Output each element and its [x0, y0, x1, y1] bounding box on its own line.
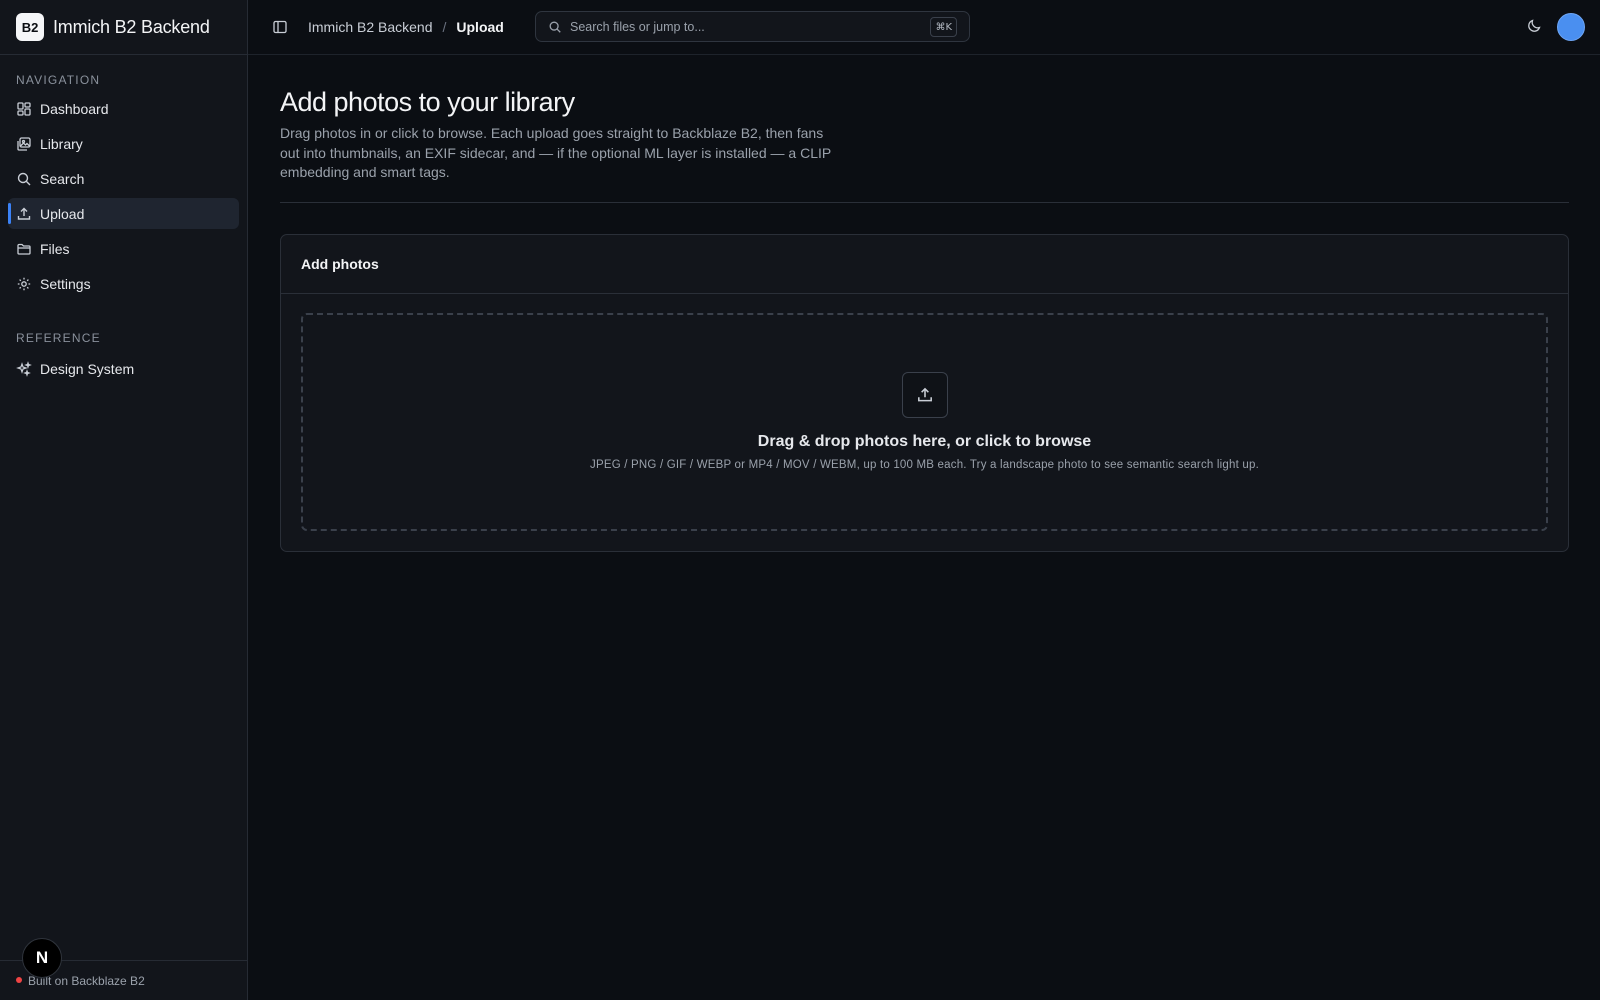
- breadcrumb: Immich B2 Backend / Upload: [308, 19, 504, 35]
- dashboard-icon: [16, 101, 32, 117]
- shortcut-hint: ⌘K: [930, 17, 957, 37]
- upload-card: Add photos Drag & drop photos here, or c…: [280, 233, 1569, 552]
- nav-section-label: NAVIGATION: [16, 73, 101, 87]
- sparkles-icon: [16, 360, 32, 377]
- breadcrumb-root-link[interactable]: Immich B2 Backend: [308, 19, 433, 35]
- avatar[interactable]: [1557, 13, 1585, 41]
- sidebar-toggle-icon: [273, 20, 287, 34]
- breadcrumb-separator: /: [442, 19, 447, 35]
- dev-tools-badge[interactable]: N: [22, 938, 62, 978]
- sidebar-item-label: Design System: [40, 360, 135, 377]
- sidebar-item-settings[interactable]: Settings: [8, 268, 239, 299]
- sidebar: B2 Immich B2 Backend NAVIGATION Dashboar…: [0, 0, 248, 1000]
- card-title: Add photos: [281, 235, 1568, 294]
- divider: [280, 201, 1569, 203]
- app-logo: B2: [16, 13, 44, 41]
- search-icon: [548, 20, 562, 34]
- sidebar-item-label: Search: [40, 170, 85, 187]
- search-input[interactable]: [570, 19, 910, 34]
- brand[interactable]: B2 Immich B2 Backend: [0, 0, 247, 55]
- sidebar-item-label: Upload: [40, 205, 85, 222]
- sidebar-item-search[interactable]: Search: [8, 163, 239, 194]
- sidebar-item-dashboard[interactable]: Dashboard: [8, 93, 239, 124]
- search-bar[interactable]: ⌘K: [535, 11, 970, 42]
- gear-icon: [16, 276, 32, 292]
- sidebar-item-label: Files: [40, 240, 70, 257]
- status-dot: [16, 976, 22, 983]
- breadcrumb-current: Upload: [456, 19, 504, 35]
- folder-icon: [16, 241, 32, 257]
- dropzone[interactable]: Drag & drop photos here, or click to bro…: [301, 312, 1548, 531]
- sidebar-item-design-system[interactable]: Design System: [8, 353, 239, 384]
- upload-icon: [16, 206, 32, 222]
- upload-icon: [901, 371, 948, 418]
- dropzone-title: Drag & drop photos here, or click to bro…: [757, 432, 1092, 450]
- sidebar-item-upload[interactable]: Upload: [8, 198, 239, 229]
- app-title: Immich B2 Backend: [53, 16, 210, 37]
- topbar: Immich B2 Backend / Upload ⌘K: [248, 0, 1600, 55]
- sidebar-item-label: Library: [40, 135, 83, 152]
- sidebar-item-label: Settings: [40, 275, 91, 292]
- theme-toggle-button[interactable]: [1526, 18, 1544, 36]
- page-title: Add photos to your library: [280, 87, 575, 117]
- main-content: Add photos to your library Drag photos i…: [280, 55, 1569, 552]
- moon-icon: [1528, 19, 1541, 32]
- library-icon: [16, 136, 32, 152]
- page-description: Drag photos in or click to browse. Each …: [280, 125, 831, 180]
- reference-section-label: REFERENCE: [16, 331, 101, 345]
- sidebar-item-label: Dashboard: [40, 100, 109, 117]
- sidebar-toggle-button[interactable]: [270, 17, 290, 37]
- search-icon: [16, 171, 32, 187]
- sidebar-item-files[interactable]: Files: [8, 233, 239, 264]
- dropzone-subtitle: JPEG / PNG / GIF / WEBP or MP4 / MOV / W…: [590, 458, 1259, 471]
- sidebar-item-library[interactable]: Library: [8, 128, 239, 159]
